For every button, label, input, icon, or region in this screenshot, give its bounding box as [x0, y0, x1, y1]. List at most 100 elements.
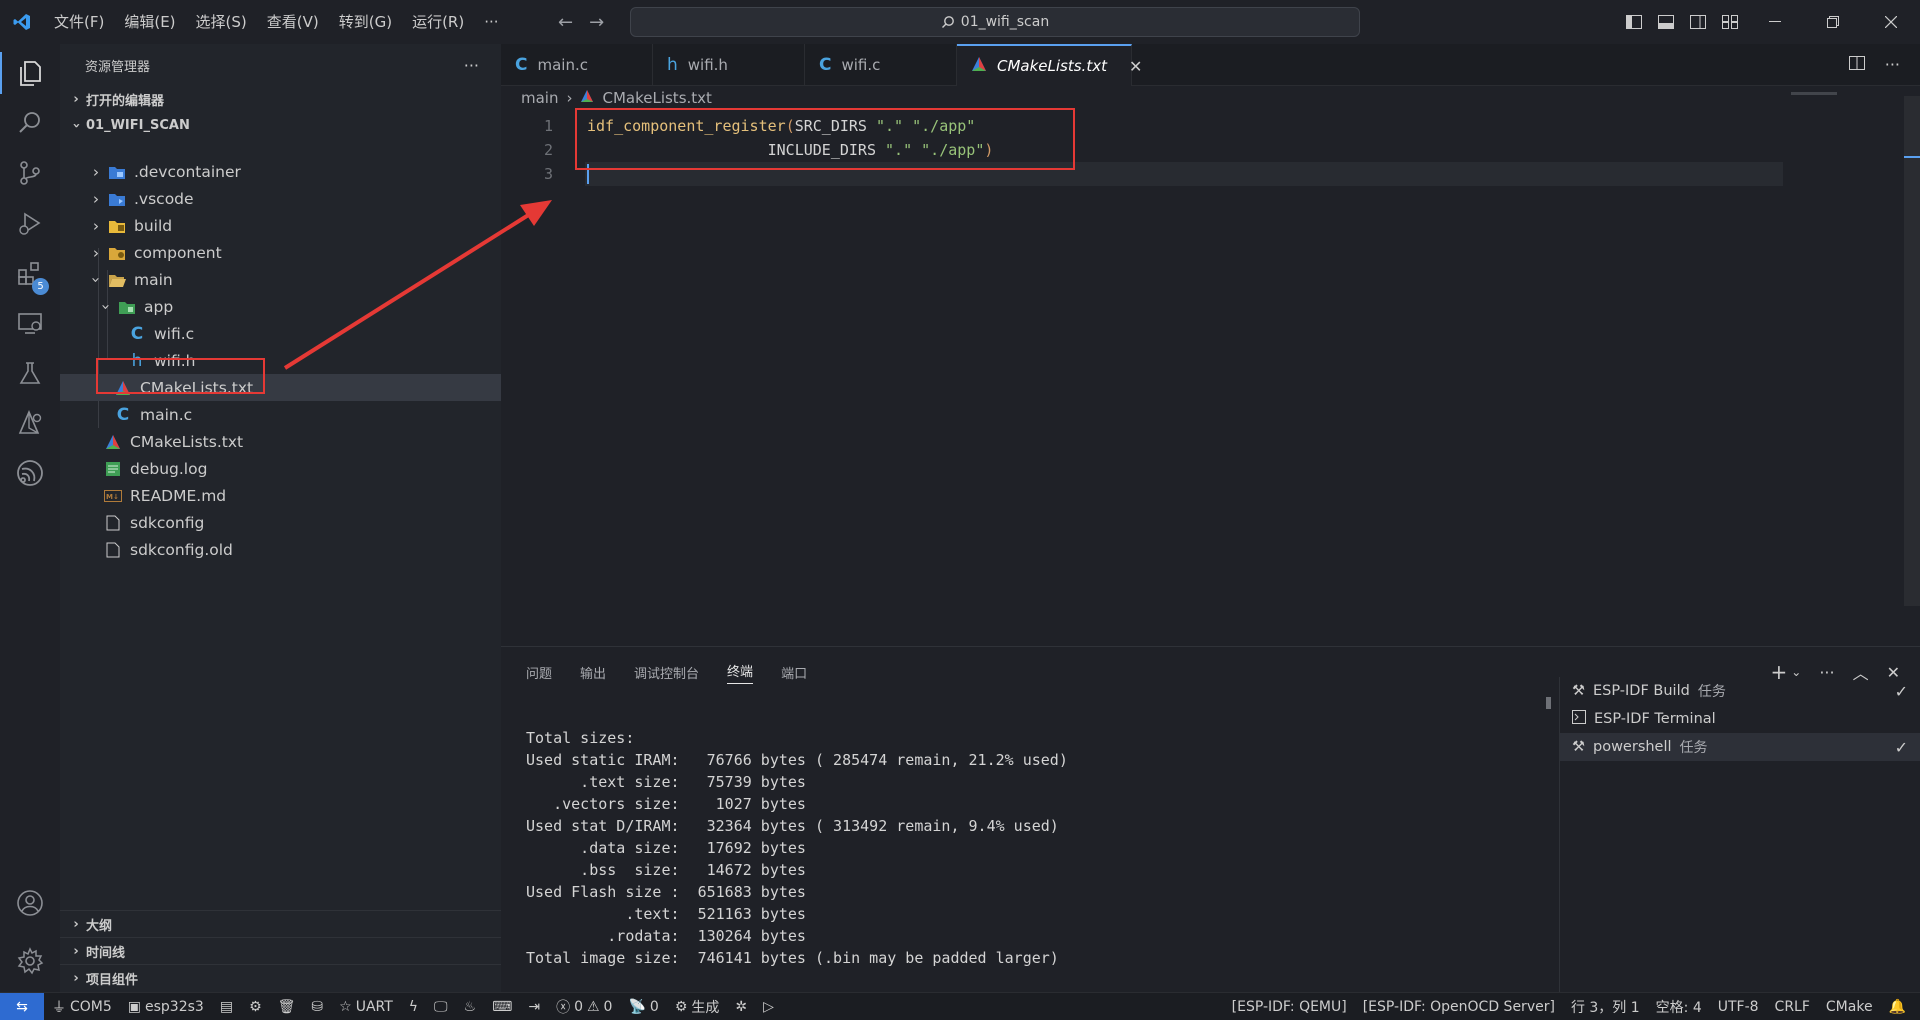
component-folder-icon	[106, 243, 128, 263]
encoding-item[interactable]: UTF-8	[1710, 993, 1767, 1020]
notifications-bell-icon[interactable]: 🔔	[1881, 993, 1920, 1020]
clean-button[interactable]: 🗑	[270, 993, 304, 1020]
timeline-section[interactable]: › 时间线	[60, 937, 501, 964]
terminal-item-esp-idf-terminal[interactable]: ESP-IDF Terminal	[1560, 705, 1920, 733]
terminal-button[interactable]: ⌨	[484, 993, 520, 1020]
build-item[interactable]: ⚙ 生成	[667, 993, 728, 1020]
tree-item-app[interactable]: › app	[60, 293, 501, 320]
tab-output[interactable]: 输出	[580, 663, 606, 682]
tree-item-main-c[interactable]: C main.c	[60, 401, 501, 428]
tab-ports[interactable]: 端口	[781, 663, 807, 682]
tab-cmakelists[interactable]: CMakeLists.txt ✕	[957, 44, 1142, 86]
tree-item-debug-log[interactable]: debug.log	[60, 455, 501, 482]
more-actions-icon[interactable]: ···	[1885, 55, 1900, 74]
target-label: esp32s3	[145, 998, 204, 1015]
cursor-position-item[interactable]: 行 3，列 1	[1563, 993, 1648, 1020]
terminal-scrollbar[interactable]	[1546, 697, 1551, 709]
tree-item-sdkconfig-old[interactable]: sdkconfig.old	[60, 536, 501, 563]
terminal-name: ESP-IDF Terminal	[1594, 711, 1716, 727]
command-center-search[interactable]: 01_wifi_scan	[630, 7, 1360, 37]
tree-item-vscode[interactable]: › .vscode	[60, 185, 501, 212]
launch-button[interactable]: ▷	[755, 993, 782, 1020]
esp-idf-icon[interactable]	[0, 448, 60, 498]
menu-go[interactable]: 转到(G)	[329, 0, 402, 44]
serial-port-item[interactable]: ⏚ COM5	[44, 993, 120, 1020]
toggle-panel-icon[interactable]	[1650, 0, 1682, 44]
editor-area: C main.c h wifi.h C wifi.c CMakeLists.tx…	[501, 44, 1920, 646]
tree-item-root-cmakelists[interactable]: CMakeLists.txt	[60, 428, 501, 455]
open-editors-section[interactable]: › 打开的编辑器	[60, 86, 501, 112]
tab-terminal[interactable]: 终端	[727, 661, 754, 684]
flash-method-item[interactable]: ☆ UART	[331, 993, 401, 1020]
toggle-secondary-sidebar-icon[interactable]	[1682, 0, 1714, 44]
run-task-button[interactable]: ⇥	[520, 993, 548, 1020]
menu-file[interactable]: 文件(F)	[44, 0, 114, 44]
menu-run[interactable]: 运行(R)	[402, 0, 474, 44]
minimize-icon[interactable]	[1746, 0, 1804, 44]
tab-wifi-c[interactable]: C wifi.c	[805, 44, 957, 86]
remote-explorer-icon[interactable]	[0, 298, 60, 348]
run-debug-icon[interactable]	[0, 198, 60, 248]
close-window-icon[interactable]	[1862, 0, 1920, 44]
search-view-icon[interactable]	[0, 98, 60, 148]
explorer-icon[interactable]	[0, 48, 60, 98]
qemu-item[interactable]: [ESP-IDF: QEMU]	[1224, 993, 1355, 1020]
tab-main-c[interactable]: C main.c	[501, 44, 653, 86]
debug-button[interactable]: ✲	[727, 993, 755, 1020]
project-components-section[interactable]: › 项目组件	[60, 964, 501, 991]
tree-item-sdkconfig[interactable]: sdkconfig	[60, 509, 501, 536]
toggle-primary-sidebar-icon[interactable]	[1618, 0, 1650, 44]
cmake-tools-icon[interactable]	[0, 398, 60, 448]
problems-item[interactable]: ⓧ 0 ⚠ 0	[548, 993, 620, 1020]
settings-button[interactable]: ⚙	[241, 993, 270, 1020]
more-actions-icon[interactable]: ···	[464, 56, 479, 75]
customize-layout-icon[interactable]	[1714, 0, 1746, 44]
tree-item-devcontainer[interactable]: › .devcontainer	[60, 158, 501, 185]
language-item[interactable]: CMake	[1818, 993, 1881, 1020]
build-flash-monitor-button[interactable]: ♨	[456, 993, 485, 1020]
target-item[interactable]: ▣ esp32s3	[120, 993, 212, 1020]
split-editor-icon[interactable]	[1848, 55, 1865, 74]
tree-item-component[interactable]: › component	[60, 239, 501, 266]
minimap[interactable]	[1791, 92, 1837, 95]
breadcrumb-folder[interactable]: main	[521, 89, 558, 107]
editor-scrollbar[interactable]	[1904, 96, 1920, 606]
tree-item-main[interactable]: › main	[60, 266, 501, 293]
back-arrow-icon[interactable]: ←	[558, 12, 573, 33]
bottom-panel: 问题 输出 调试控制台 终端 端口 + ⌄ ··· ︿ ✕ Total size…	[501, 646, 1920, 993]
terminal-item-esp-idf-build[interactable]: ⚒ ESP-IDF Build 任务 ✓	[1560, 677, 1920, 705]
forward-arrow-icon[interactable]: →	[589, 12, 604, 33]
monitor-button[interactable]: 🖵	[426, 993, 456, 1020]
database-button[interactable]: ⛁	[303, 993, 331, 1020]
testing-icon[interactable]	[0, 348, 60, 398]
menu-edit[interactable]: 编辑(E)	[114, 0, 185, 44]
restore-icon[interactable]	[1804, 0, 1862, 44]
outline-section[interactable]: › 大纲	[60, 910, 501, 937]
manage-gear-icon[interactable]	[0, 936, 60, 986]
terminal-item-powershell[interactable]: ⚒ powershell 任务 ✓	[1560, 733, 1920, 761]
accounts-icon[interactable]	[0, 878, 60, 928]
terminal-output[interactable]: Total sizes: Used static IRAM: 76766 byt…	[526, 727, 1526, 969]
ports-item[interactable]: 📡 0	[620, 993, 666, 1020]
terminal-list: ⚒ ESP-IDF Build 任务 ✓ ESP-IDF Terminal ⚒ …	[1559, 677, 1920, 993]
folder-button[interactable]: ▤	[212, 993, 241, 1020]
extensions-icon[interactable]: 5	[0, 248, 60, 298]
openocd-item[interactable]: [ESP-IDF: OpenOCD Server]	[1355, 993, 1563, 1020]
tab-wifi-h[interactable]: h wifi.h	[653, 44, 805, 86]
tree-item-build[interactable]: › build	[60, 212, 501, 239]
flash-button[interactable]: ϟ	[401, 993, 426, 1020]
menu-selection[interactable]: 选择(S)	[186, 0, 257, 44]
tab-problems[interactable]: 问题	[526, 663, 552, 682]
remote-indicator-icon[interactable]: ⇆	[0, 992, 44, 1020]
indentation-item[interactable]: 空格: 4	[1648, 993, 1710, 1020]
source-control-icon[interactable]	[0, 148, 60, 198]
tab-debug-console[interactable]: 调试控制台	[634, 663, 699, 682]
menu-view[interactable]: 查看(V)	[257, 0, 329, 44]
close-icon[interactable]: ✕	[1129, 57, 1142, 76]
tree-item-wifi-c[interactable]: C wifi.c	[60, 320, 501, 347]
breadcrumb-file[interactable]: CMakeLists.txt	[602, 89, 711, 107]
tree-item-readme[interactable]: M↓ README.md	[60, 482, 501, 509]
workspace-section[interactable]: › 01_WIFI_SCAN	[60, 112, 501, 138]
eol-item[interactable]: CRLF	[1767, 993, 1818, 1020]
menu-more[interactable]: ···	[474, 0, 508, 44]
